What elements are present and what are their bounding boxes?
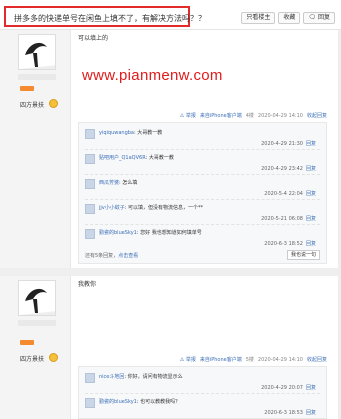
reply-action-button[interactable]: 回复 [306, 410, 316, 416]
medal-icon [49, 99, 58, 108]
list-item: 贴吧用户_Q1aQV6R: 大哥教一教 2020-4-29 23:42 回复 [85, 150, 320, 176]
favorite-button[interactable]: 收藏 [278, 12, 301, 24]
reply-username[interactable]: 贴吧用户_Q1aQV6R [99, 155, 146, 161]
avatar[interactable] [18, 34, 56, 70]
avatar[interactable] [85, 154, 95, 164]
title-highlight-box: 拼多多的快递单号在闲鱼上填不了，有解决方法吗？？ [4, 6, 206, 27]
reply-button[interactable]: 🗨 回复 [303, 12, 335, 24]
reply-text: yiqiquwangba: 大哥教一教 [99, 130, 163, 136]
reply-text: 勤瓷的blueSky1: 也可以教教我吗？ [99, 399, 181, 405]
medal-icon [49, 353, 58, 362]
avatar[interactable] [85, 129, 95, 139]
author-panel: 四方景扶 [0, 30, 71, 268]
avatar[interactable] [85, 398, 95, 408]
reply-action-button[interactable]: 回复 [306, 166, 316, 172]
say-something-button[interactable]: 我也说一句 [286, 250, 320, 260]
reply-username[interactable]: 西瓜芳婆 [99, 180, 119, 186]
reply-time: 2020-4-29 20:07 回复 [261, 385, 316, 391]
avatar[interactable] [85, 373, 95, 383]
avatar[interactable] [85, 229, 95, 239]
post-meta: ⚠ 举报 来自iPhone客户端 5楼 2020-04-29 14:10 收起回… [180, 356, 327, 364]
reply-action-button[interactable]: 回复 [306, 141, 316, 147]
post-text: 可以填上的 [78, 35, 109, 42]
watermark-text: www.pianmenw.com [82, 67, 223, 84]
floor-number: 5楼 [245, 357, 254, 363]
more-replies: 还有5条回复，点击查看 [85, 253, 139, 259]
list-item: yiqiquwangba: 大哥教一教 2020-4-29 21:30 回复 [85, 125, 320, 151]
reply-time: 2020-6-3 18:53 回复 [264, 410, 316, 416]
avatar[interactable] [18, 280, 56, 316]
reply-time: 2020-5-21 06:08 回复 [261, 216, 316, 222]
list-item: 勤瓷的blueSky1: 也可以教教我吗？ 2020-6-3 18:53 回复 [85, 394, 320, 419]
post-time: 2020-04-29 14:10 [257, 112, 303, 119]
reply-text: jjv小小蚊子: 可以填，但没有物流信息，一个** [99, 205, 204, 211]
reply-text: 勤瓷的blueSky1: 您好 我也想知道如何填单号 [99, 230, 202, 236]
post-content: 可以填上的 www.pianmenw.com ⚠ 举报 来自iPhone客户端 … [72, 30, 341, 268]
thread-title: 拼多多的快递单号在闲鱼上填不了，有解决方法吗？？ [14, 14, 206, 23]
avatar[interactable] [85, 179, 95, 189]
reply-text: 贴吧用户_Q1aQV6R: 大哥教一教 [99, 155, 174, 161]
thread-actions: 只看楼主 收藏 🗨 回复 [241, 12, 335, 24]
list-item: 勤瓷的blueSky1: 您好 我也想知道如何填单号 2020-6-3 18:5… [85, 225, 320, 251]
thread-header: 拼多多的快递单号在闲鱼上填不了，有解决方法吗？？ 只看楼主 收藏 🗨 回复 [0, 0, 341, 30]
post-content: 我教你 ⚠ 举报 来自iPhone客户端 5楼 2020-04-29 14:10… [72, 276, 341, 419]
device-label: 来自iPhone客户端 [199, 113, 242, 119]
post-divider [0, 268, 341, 276]
reply-button-label: 回复 [317, 14, 330, 21]
author-name-placeholder [18, 74, 56, 80]
reply-time: 2020-4-29 21:30 回复 [261, 141, 316, 147]
list-item: jjv小小蚊子: 可以填，但没有物流信息，一个** 2020-5-21 06:0… [85, 200, 320, 226]
device-label: 来自iPhone客户端 [199, 357, 242, 363]
reply-username[interactable]: yiqiquwangba [99, 130, 134, 136]
list-item: nice斗地回: 你好，请问有物流显示么 2020-4-29 20:07 回复 [85, 369, 320, 395]
reply-time: 2020-5-4 22:04 回复 [264, 191, 316, 197]
avatar[interactable] [85, 204, 95, 214]
view-more-link[interactable]: 点击查看 [118, 253, 138, 259]
reply-time: 2020-4-29 23:42 回复 [261, 166, 316, 172]
level-badge [20, 340, 34, 345]
collapse-replies-link[interactable]: 收起回复 [307, 356, 327, 363]
reply-icon: 🗨 [308, 14, 317, 21]
author-panel: 四方景扶 [0, 276, 71, 419]
floor-number: 4楼 [245, 113, 254, 119]
post-floor-5: 四方景扶 我教你 ⚠ 举报 来自iPhone客户端 5楼 2020-04-29 … [0, 276, 341, 419]
reply-username[interactable]: nice斗地回 [99, 374, 124, 380]
reply-username[interactable]: 勤瓷的blueSky1 [99, 230, 137, 236]
reply-text: 西瓜芳婆: 怎么填 [99, 180, 138, 186]
post-floor-4: 四方景扶 可以填上的 www.pianmenw.com ⚠ 举报 来自iPhon… [0, 30, 341, 268]
reply-username[interactable]: jjv小小蚊子 [99, 205, 125, 211]
level-badge [20, 86, 34, 91]
post-text: 我教你 [78, 281, 97, 288]
collapse-replies-link[interactable]: 收起回复 [307, 112, 327, 119]
reply-time: 2020-6-3 18:52 回复 [264, 241, 316, 247]
reply-action-button[interactable]: 回复 [306, 241, 316, 247]
report-link[interactable]: ⚠ 举报 [180, 356, 196, 363]
author-name-placeholder [18, 320, 56, 326]
reply-list: nice斗地回: 你好，请问有物流显示么 2020-4-29 20:07 回复 勤… [78, 366, 327, 419]
post-meta: ⚠ 举报 来自iPhone客户端 4楼 2020-04-29 14:10 收起回… [180, 112, 327, 120]
reply-action-button[interactable]: 回复 [306, 191, 316, 197]
reply-text: nice斗地回: 你好，请问有物流显示么 [99, 374, 183, 380]
author-rank: 四方景扶 [20, 356, 45, 363]
author-rank: 四方景扶 [20, 102, 45, 109]
reply-action-button[interactable]: 回复 [306, 216, 316, 222]
post-time: 2020-04-29 14:10 [257, 356, 303, 363]
only-op-button[interactable]: 只看楼主 [241, 12, 276, 24]
report-link[interactable]: ⚠ 举报 [180, 112, 196, 119]
reply-list: yiqiquwangba: 大哥教一教 2020-4-29 21:30 回复 贴吧… [78, 122, 327, 264]
list-item: 西瓜芳婆: 怎么填 2020-5-4 22:04 回复 [85, 175, 320, 201]
reply-username[interactable]: 勤瓷的blueSky1 [99, 399, 137, 405]
reply-action-button[interactable]: 回复 [306, 385, 316, 391]
